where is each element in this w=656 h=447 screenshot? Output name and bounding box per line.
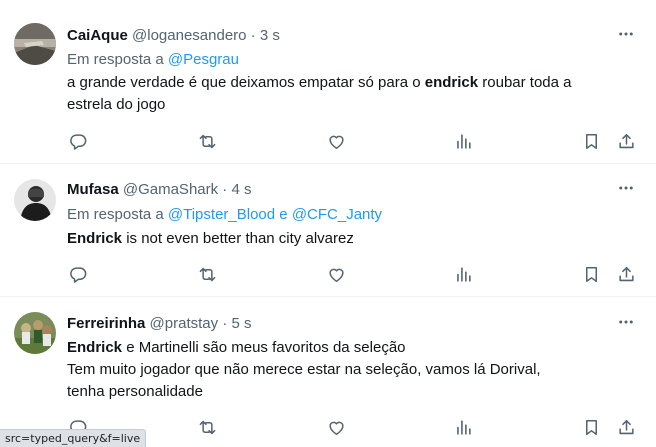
display-name[interactable]: Mufasa <box>67 181 119 198</box>
tweet-text: Endrick is not even better than city alv… <box>67 228 642 250</box>
reply-icon <box>69 265 88 284</box>
tweet-text-line: tenha personalidade <box>67 383 203 400</box>
separator-dot: · <box>222 315 228 332</box>
reply-joiner: e <box>279 206 288 223</box>
like-button[interactable] <box>325 130 347 152</box>
share-button[interactable] <box>615 130 637 152</box>
views-icon <box>454 418 473 437</box>
bookmark-button[interactable] <box>580 263 602 285</box>
retweet-button[interactable] <box>196 263 218 285</box>
tweet-text: Endrick e Martinelli são meus favoritos … <box>67 337 642 403</box>
display-name[interactable]: Ferreirinha <box>67 315 145 332</box>
reply-prefix: Em resposta a <box>67 206 164 223</box>
reply-context: Em resposta a @Pesgrau <box>67 51 239 69</box>
reply-mention[interactable]: @Tipster_Blood <box>168 206 275 223</box>
reply-mention[interactable]: @CFC_Janty <box>292 206 382 223</box>
tweet-text-line: estrela do jogo <box>67 96 166 113</box>
highlighted-term: Endrick <box>67 230 123 247</box>
share-icon <box>617 265 636 284</box>
tweet-text-part: is not even better than city alvarez <box>126 230 354 247</box>
views-icon <box>454 265 473 284</box>
more-icon <box>617 25 635 43</box>
reply-prefix: Em resposta a <box>67 51 164 68</box>
timestamp[interactable]: 4 s <box>231 181 251 198</box>
share-button[interactable] <box>615 263 637 285</box>
tweet-actions <box>67 130 642 152</box>
reply-button[interactable] <box>67 130 89 152</box>
tweet-actions <box>67 263 642 285</box>
reply-icon <box>69 132 88 151</box>
tweet-header: Mufasa @GamaShark · 4 s <box>67 181 251 199</box>
more-options-button[interactable] <box>616 312 636 332</box>
highlighted-term: endrick <box>424 74 479 91</box>
retweet-button[interactable] <box>196 130 218 152</box>
tweet-text-part: a grande verdade é que deixamos empatar … <box>67 74 421 91</box>
avatar[interactable] <box>14 179 56 221</box>
avatar[interactable] <box>14 23 56 65</box>
retweet-icon <box>198 265 217 284</box>
tweet-header: CaiAque @loganesandero · 3 s <box>67 27 280 45</box>
bookmark-button[interactable] <box>580 130 602 152</box>
like-icon <box>327 418 346 437</box>
views-button[interactable] <box>452 263 474 285</box>
views-button[interactable] <box>452 130 474 152</box>
tweet-text: a grande verdade é que deixamos empatar … <box>67 72 642 116</box>
timestamp[interactable]: 3 s <box>260 27 280 44</box>
bookmark-icon <box>582 132 601 151</box>
timestamp[interactable]: 5 s <box>231 315 251 332</box>
user-handle[interactable]: @loganesandero <box>132 27 246 44</box>
browser-status-bar: src=typed_query&f=live <box>0 429 147 447</box>
tweet-text-line: Tem muito jogador que não merece estar n… <box>67 361 541 378</box>
more-options-button[interactable] <box>616 178 636 198</box>
tweet-actions <box>67 416 642 438</box>
views-button[interactable] <box>452 416 474 438</box>
share-icon <box>617 132 636 151</box>
like-icon <box>327 132 346 151</box>
tweet[interactable]: CaiAque @loganesandero · 3 s Em resposta… <box>0 0 656 164</box>
tweet-feed: CaiAque @loganesandero · 3 s Em resposta… <box>0 0 656 447</box>
tweet-text-part: roubar toda a <box>482 74 572 91</box>
bookmark-icon <box>582 265 601 284</box>
reply-mention[interactable]: @Pesgrau <box>168 51 239 68</box>
user-handle[interactable]: @GamaShark <box>123 181 218 198</box>
retweet-button[interactable] <box>196 416 218 438</box>
bookmark-button[interactable] <box>580 416 602 438</box>
highlighted-term: Endrick <box>67 339 123 356</box>
retweet-icon <box>198 132 217 151</box>
tweet-text-part: e Martinelli são meus favoritos da seleç… <box>126 339 406 356</box>
avatar[interactable] <box>14 312 56 354</box>
user-handle[interactable]: @pratstay <box>150 315 219 332</box>
display-name[interactable]: CaiAque <box>67 27 128 44</box>
like-button[interactable] <box>325 263 347 285</box>
share-button[interactable] <box>615 416 637 438</box>
share-icon <box>617 418 636 437</box>
reply-button[interactable] <box>67 263 89 285</box>
reply-context: Em resposta a @Tipster_Blood e @CFC_Jant… <box>67 206 382 224</box>
tweet[interactable]: Mufasa @GamaShark · 4 s Em resposta a @T… <box>0 164 656 297</box>
views-icon <box>454 132 473 151</box>
like-button[interactable] <box>325 416 347 438</box>
like-icon <box>327 265 346 284</box>
bookmark-icon <box>582 418 601 437</box>
separator-dot: · <box>222 181 228 198</box>
tweet-header: Ferreirinha @pratstay · 5 s <box>67 315 252 333</box>
more-icon <box>617 313 635 331</box>
retweet-icon <box>198 418 217 437</box>
separator-dot: · <box>250 27 256 44</box>
more-options-button[interactable] <box>616 24 636 44</box>
tweet[interactable]: Ferreirinha @pratstay · 5 s Endrick e Ma… <box>0 297 656 447</box>
more-icon <box>617 179 635 197</box>
